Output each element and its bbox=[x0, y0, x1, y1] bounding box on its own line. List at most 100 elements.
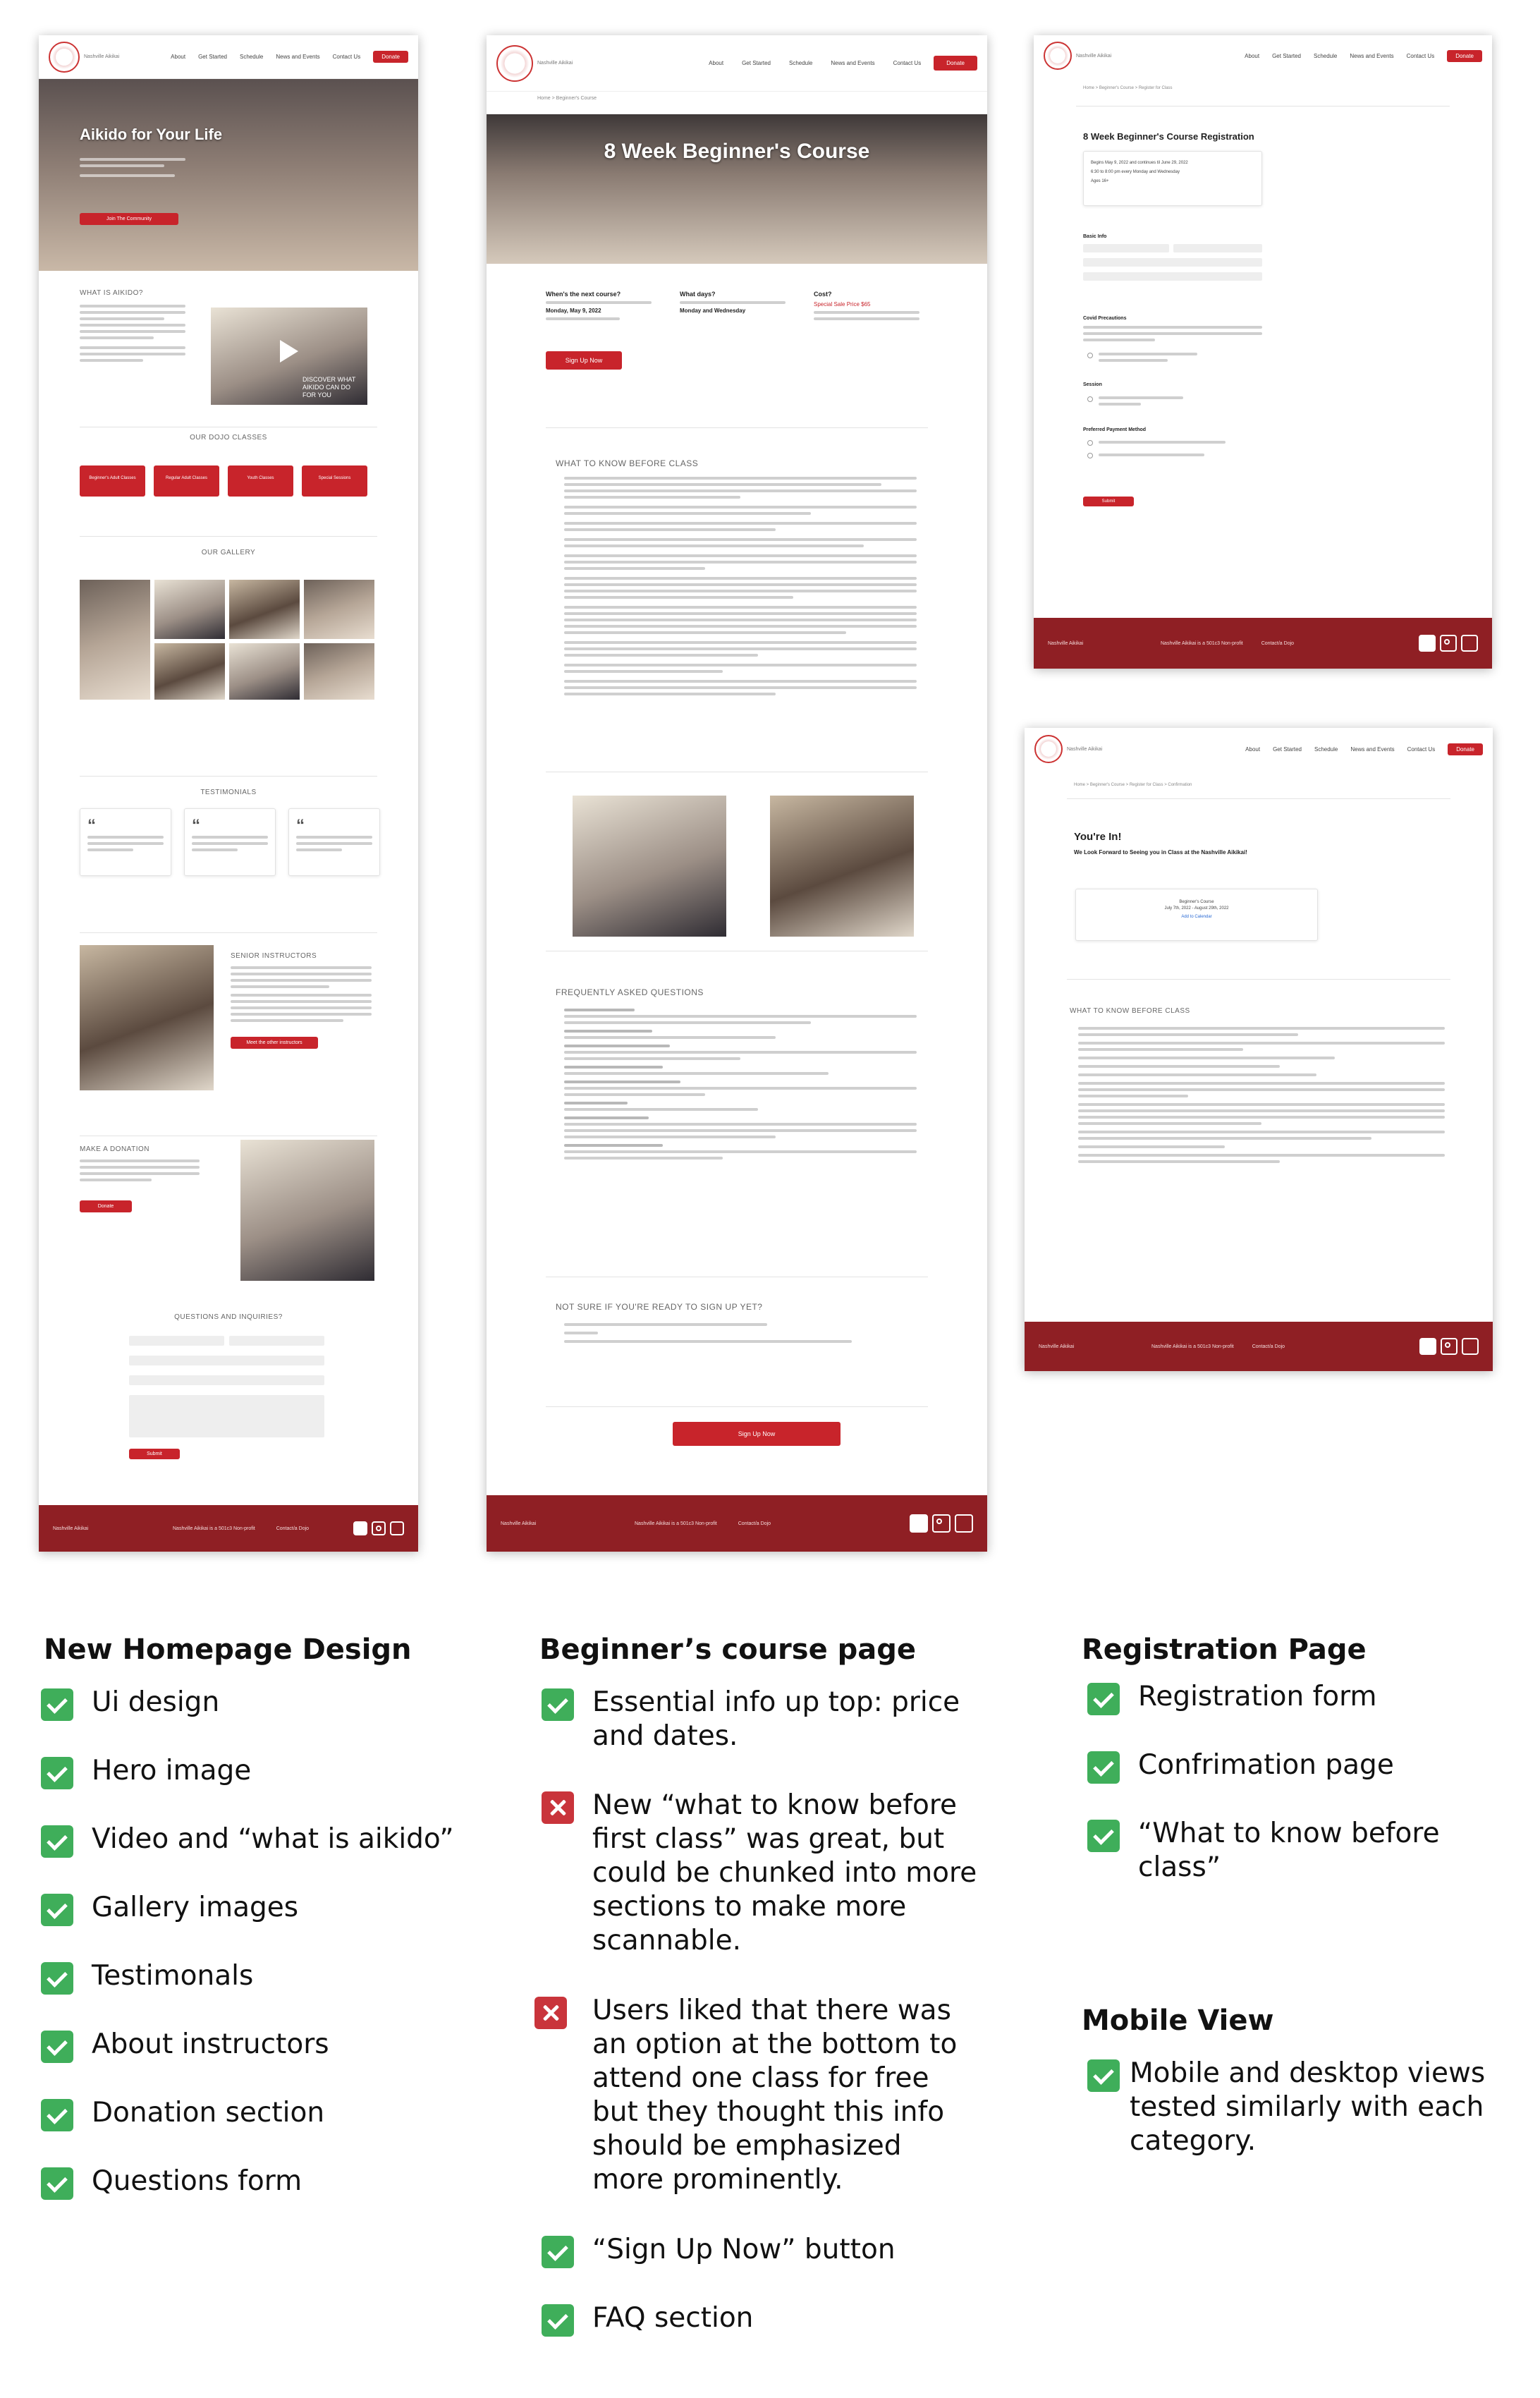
nav-link[interactable]: Contact Us bbox=[893, 60, 922, 66]
twitter-icon[interactable] bbox=[1461, 635, 1478, 652]
footer-address: Nashville Aikikai bbox=[53, 1526, 89, 1531]
feedback-item: Registration form bbox=[1087, 1680, 1496, 1715]
payment-radio[interactable] bbox=[1087, 440, 1093, 446]
feedback-text: New “what to know before first class” wa… bbox=[592, 1789, 977, 1956]
footer-contact[interactable]: Contact/a Dojo bbox=[738, 1521, 771, 1527]
facebook-icon[interactable] bbox=[910, 1514, 928, 1533]
donation-heading: MAKE A DONATION bbox=[80, 1145, 149, 1153]
first-name-field[interactable] bbox=[129, 1336, 224, 1346]
facebook-icon[interactable] bbox=[353, 1521, 367, 1535]
testimonials-heading: TESTIMONIALS bbox=[200, 789, 257, 796]
breadcrumb[interactable]: Home > Beginner's Course > Register for … bbox=[1074, 783, 1192, 787]
twitter-icon[interactable] bbox=[390, 1521, 404, 1535]
session-radio[interactable] bbox=[1087, 396, 1093, 402]
nav-link[interactable]: News and Events bbox=[831, 60, 874, 66]
facebook-icon[interactable] bbox=[1419, 1338, 1436, 1355]
nav-link[interactable]: Schedule bbox=[789, 60, 812, 66]
gallery-image[interactable] bbox=[154, 580, 225, 639]
twitter-icon[interactable] bbox=[1462, 1338, 1479, 1355]
nav-link[interactable]: About bbox=[171, 54, 185, 60]
nav-link[interactable]: About bbox=[709, 60, 723, 66]
covid-checkbox[interactable] bbox=[1087, 353, 1093, 358]
gallery-image[interactable] bbox=[304, 643, 374, 700]
what-is-heading: WHAT IS AIKIDO? bbox=[80, 289, 143, 297]
first-name-field[interactable] bbox=[1083, 244, 1169, 252]
gallery-image[interactable] bbox=[229, 580, 300, 639]
social-links bbox=[910, 1514, 973, 1533]
submit-button[interactable]: Submit bbox=[129, 1449, 180, 1459]
twitter-icon[interactable] bbox=[955, 1514, 973, 1533]
donate-button[interactable]: Donate bbox=[934, 56, 977, 71]
donate-button[interactable]: Donate bbox=[1447, 49, 1482, 62]
footer-contact[interactable]: Contact/a Dojo bbox=[1252, 1344, 1285, 1350]
dob-field[interactable] bbox=[1083, 272, 1262, 281]
nav-link[interactable]: Get Started bbox=[742, 60, 771, 66]
gallery-image[interactable] bbox=[80, 580, 150, 700]
feedback-text: Registration form bbox=[1138, 1681, 1377, 1712]
last-name-field[interactable] bbox=[1173, 244, 1262, 252]
gallery-image[interactable] bbox=[304, 580, 374, 639]
nav-link[interactable]: Contact Us bbox=[1407, 746, 1436, 753]
footer-contact[interactable]: Contact/a Dojo bbox=[276, 1526, 309, 1532]
check-icon bbox=[41, 2099, 73, 2131]
bottom-signup-button[interactable]: Sign Up Now bbox=[673, 1422, 841, 1446]
covid-label: Covid Precautions bbox=[1083, 316, 1127, 321]
class-button[interactable]: Special Sessions bbox=[302, 465, 367, 497]
nav-links: About Get Started Schedule News and Even… bbox=[171, 54, 360, 60]
donate-button[interactable]: Donate bbox=[373, 51, 408, 63]
class-button[interactable]: Youth Classes bbox=[228, 465, 293, 497]
last-name-field[interactable] bbox=[229, 1336, 324, 1346]
meet-instructors-button[interactable]: Meet the other instructors bbox=[231, 1037, 318, 1049]
nav-link[interactable]: News and Events bbox=[1350, 53, 1393, 59]
nav-link[interactable]: Get Started bbox=[198, 54, 227, 60]
play-icon[interactable] bbox=[280, 340, 298, 363]
course-photo bbox=[573, 796, 726, 937]
nav-link[interactable]: Get Started bbox=[1272, 53, 1301, 59]
gallery-image[interactable] bbox=[154, 643, 225, 700]
classes-heading: OUR DOJO CLASSES bbox=[190, 434, 267, 442]
breadcrumb[interactable]: Home > Beginner's Course bbox=[537, 96, 597, 101]
nav-link[interactable]: News and Events bbox=[1350, 746, 1394, 753]
instagram-icon[interactable] bbox=[932, 1514, 951, 1533]
class-button[interactable]: Regular Adult Classes bbox=[154, 465, 219, 497]
add-to-calendar-link[interactable]: Add to Calendar bbox=[1076, 912, 1317, 922]
donate-button[interactable]: Donate bbox=[1448, 743, 1483, 755]
info-value: Monday and Wednesday bbox=[680, 308, 746, 314]
intro-video[interactable]: DISCOVER WHAT AIKIDO CAN DO FOR YOU bbox=[211, 308, 367, 405]
nav-link[interactable]: Contact Us bbox=[1407, 53, 1435, 59]
course-nav: Nashville Aikikai About Get Started Sche… bbox=[487, 35, 987, 92]
nav-link[interactable]: Schedule bbox=[240, 54, 263, 60]
phone-field[interactable] bbox=[129, 1375, 324, 1385]
class-button[interactable]: Beginner's Adult Classes bbox=[80, 465, 145, 497]
nav-link[interactable]: Get Started bbox=[1273, 746, 1302, 753]
facebook-icon[interactable] bbox=[1419, 635, 1436, 652]
instagram-icon[interactable] bbox=[1440, 635, 1457, 652]
testimonial-cards: “ “ “ bbox=[80, 808, 380, 876]
check-icon bbox=[41, 2031, 73, 2063]
nav-link[interactable]: News and Events bbox=[276, 54, 319, 60]
registration-submit-button[interactable]: Submit bbox=[1083, 497, 1134, 506]
nav-link[interactable]: Contact Us bbox=[333, 54, 361, 60]
email-field[interactable] bbox=[1083, 258, 1262, 267]
column-heading: Registration Page bbox=[1082, 1633, 1367, 1666]
nav-link[interactable]: About bbox=[1245, 746, 1260, 753]
breadcrumb[interactable]: Home > Beginner's Course > Register for … bbox=[1083, 86, 1173, 90]
email-field[interactable] bbox=[129, 1356, 324, 1365]
feedback-text: Testimonals bbox=[92, 1960, 254, 1992]
instagram-icon[interactable] bbox=[1441, 1338, 1458, 1355]
check-icon bbox=[542, 2236, 574, 2268]
signup-button[interactable]: Sign Up Now bbox=[546, 351, 622, 370]
gallery-image[interactable] bbox=[229, 643, 300, 700]
gallery-heading: OUR GALLERY bbox=[201, 549, 256, 556]
donation-button[interactable]: Donate bbox=[80, 1200, 132, 1212]
message-field[interactable] bbox=[129, 1395, 324, 1437]
footer-contact[interactable]: Contact/a Dojo bbox=[1261, 640, 1294, 647]
check-icon bbox=[41, 1894, 73, 1926]
nav-link[interactable]: Schedule bbox=[1314, 53, 1337, 59]
nav-link[interactable]: Schedule bbox=[1314, 746, 1338, 753]
instagram-icon[interactable] bbox=[372, 1521, 386, 1535]
payment-radio[interactable] bbox=[1087, 453, 1093, 458]
know-before-content bbox=[1078, 1027, 1445, 1167]
hero-join-button[interactable]: Join The Community bbox=[80, 213, 178, 225]
nav-link[interactable]: About bbox=[1245, 53, 1259, 59]
